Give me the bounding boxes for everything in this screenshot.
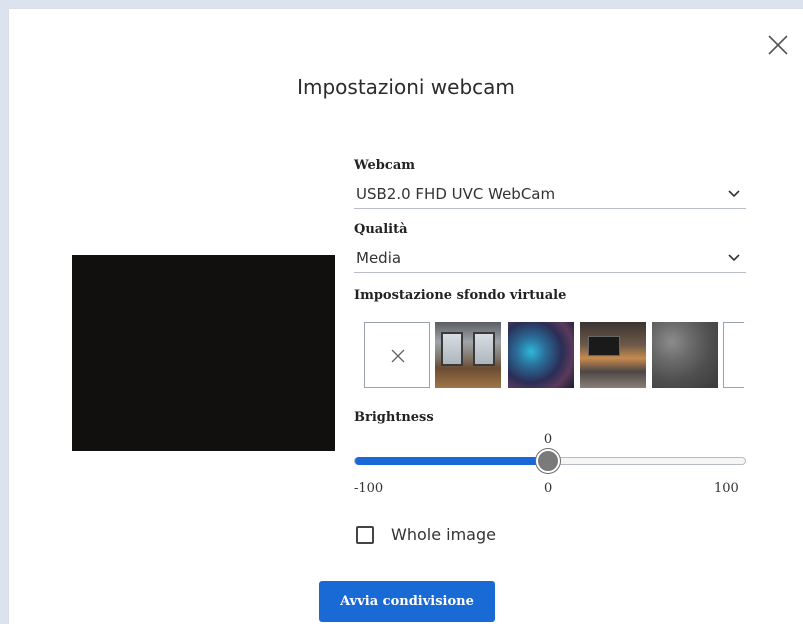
close-icon xyxy=(391,349,405,363)
virtual-background-list xyxy=(364,321,744,389)
brightness-min-label: -100 xyxy=(354,481,384,496)
close-icon xyxy=(768,35,788,55)
webcam-select[interactable]: USB2.0 FHD UVC WebCam xyxy=(354,182,746,209)
start-sharing-button[interactable]: Avvia condivisione xyxy=(319,581,495,622)
background-stone-thumbnail[interactable] xyxy=(652,322,718,388)
brightness-slider-thumb[interactable] xyxy=(536,449,560,473)
quality-select[interactable]: Media xyxy=(354,246,746,273)
background-blur-thumbnail[interactable] xyxy=(508,322,574,388)
chevron-down-icon xyxy=(728,254,740,262)
background-office-thumbnail[interactable] xyxy=(435,322,501,388)
brightness-slider-fill xyxy=(355,457,550,465)
background-lounge-thumbnail[interactable] xyxy=(580,322,646,388)
quality-label: Qualità xyxy=(354,222,408,237)
webcam-label: Webcam xyxy=(354,158,415,173)
webcam-select-value: USB2.0 FHD UVC WebCam xyxy=(356,185,556,203)
whole-image-label: Whole image xyxy=(391,525,496,544)
background-none-option[interactable] xyxy=(364,322,430,388)
quality-select-value: Media xyxy=(356,249,402,267)
chevron-down-icon xyxy=(728,190,740,198)
close-button[interactable] xyxy=(765,32,791,58)
brightness-mid-label: 0 xyxy=(544,481,553,496)
webcam-preview xyxy=(72,255,335,451)
background-more-thumbnail[interactable] xyxy=(723,322,744,388)
dialog-title: Impostazioni webcam xyxy=(297,75,515,99)
whole-image-checkbox[interactable] xyxy=(356,526,374,544)
brightness-current-value: 0 xyxy=(543,432,553,447)
brightness-label: Brightness xyxy=(354,410,434,425)
brightness-max-label: 100 xyxy=(714,481,739,496)
virtual-background-label: Impostazione sfondo virtuale xyxy=(354,288,567,303)
